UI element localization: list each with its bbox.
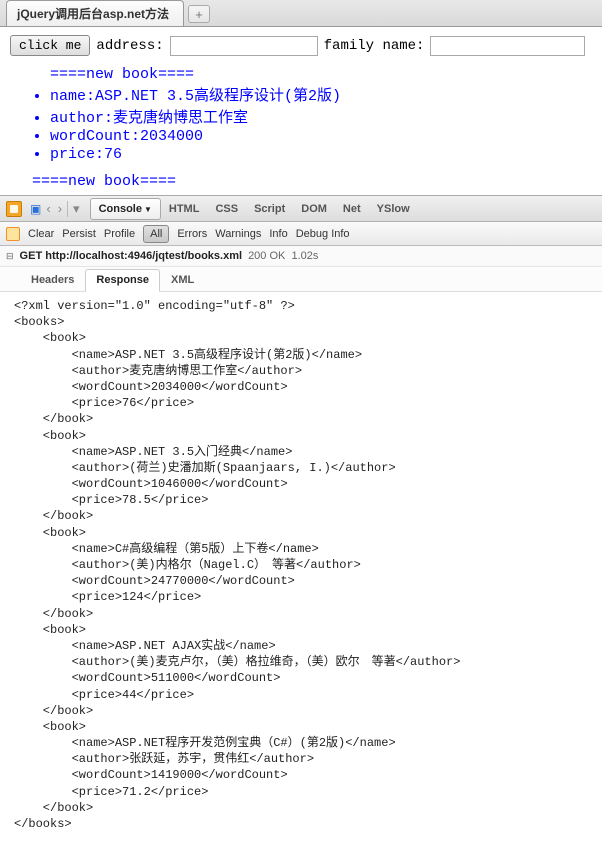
- separator-bottom: ====new book====: [32, 173, 592, 190]
- devtools-main-tabs: Console▼ HTML CSS Script DOM Net YSlow: [90, 198, 418, 220]
- break-icon[interactable]: [6, 227, 20, 241]
- click-me-button[interactable]: click me: [10, 35, 90, 56]
- forward-icon[interactable]: ›: [56, 201, 64, 216]
- list-item: price:76: [50, 146, 592, 163]
- book-list: name:ASP.NET 3.5高级程序设计(第2版) author:麦克唐纳博…: [10, 84, 592, 190]
- tab-console[interactable]: Console▼: [90, 198, 161, 220]
- inspect-icon[interactable]: ▣: [30, 202, 41, 216]
- subtab-response[interactable]: Response: [85, 269, 160, 292]
- tab-html[interactable]: HTML: [161, 199, 208, 219]
- browser-tab-active[interactable]: jQuery调用后台asp.net方法: [6, 0, 184, 26]
- devtools: ▣ ‹ › ▾ Console▼ HTML CSS Script DOM Net…: [0, 195, 602, 842]
- tab-script[interactable]: Script: [246, 199, 293, 219]
- request-row[interactable]: ⊟ GET http://localhost:4946/jqtest/books…: [0, 246, 602, 267]
- address-input[interactable]: [170, 36, 318, 56]
- response-sub-tabs: Headers Response XML: [0, 267, 602, 292]
- btn-persist[interactable]: Persist: [62, 228, 96, 240]
- subtab-xml[interactable]: XML: [160, 269, 205, 291]
- btn-info[interactable]: Info: [269, 228, 287, 240]
- btn-clear[interactable]: Clear: [28, 228, 54, 240]
- minus-icon[interactable]: ⊟: [6, 251, 14, 262]
- list-item: name:ASP.NET 3.5高级程序设计(第2版): [50, 84, 592, 105]
- tab-css[interactable]: CSS: [207, 199, 246, 219]
- btn-warnings[interactable]: Warnings: [215, 228, 261, 240]
- list-item: author:麦克唐纳博思工作室: [50, 106, 592, 127]
- btn-errors[interactable]: Errors: [177, 228, 207, 240]
- btn-all[interactable]: All: [143, 225, 169, 243]
- tab-yslow[interactable]: YSlow: [369, 199, 418, 219]
- divider: [67, 201, 68, 217]
- btn-profile[interactable]: Profile: [104, 228, 135, 240]
- family-name-label: family name:: [324, 38, 425, 54]
- dropdown-icon[interactable]: ▾: [71, 201, 82, 217]
- browser-tab-bar: jQuery调用后台asp.net方法 +: [0, 0, 602, 27]
- back-icon[interactable]: ‹: [44, 201, 52, 216]
- response-body: <?xml version="1.0" encoding="utf-8" ?> …: [0, 292, 602, 842]
- btn-debug-info[interactable]: Debug Info: [296, 228, 350, 240]
- subtab-headers[interactable]: Headers: [20, 269, 85, 291]
- firebug-icon[interactable]: [6, 201, 22, 217]
- separator-top: ====new book====: [50, 66, 592, 83]
- console-toolbar: Clear Persist Profile All Errors Warning…: [0, 222, 602, 246]
- list-item: wordCount:2034000: [50, 128, 592, 145]
- tab-net[interactable]: Net: [335, 199, 369, 219]
- request-summary: GET http://localhost:4946/jqtest/books.x…: [20, 250, 243, 262]
- new-tab-button[interactable]: +: [188, 5, 210, 23]
- tab-dom[interactable]: DOM: [293, 199, 335, 219]
- page-content: click me address: family name: ====new b…: [0, 27, 602, 195]
- devtools-toolbar: ▣ ‹ › ▾ Console▼ HTML CSS Script DOM Net…: [0, 196, 602, 222]
- address-label: address:: [96, 38, 163, 54]
- request-status: 200 OK 1.02s: [248, 250, 318, 262]
- family-name-input[interactable]: [430, 36, 585, 56]
